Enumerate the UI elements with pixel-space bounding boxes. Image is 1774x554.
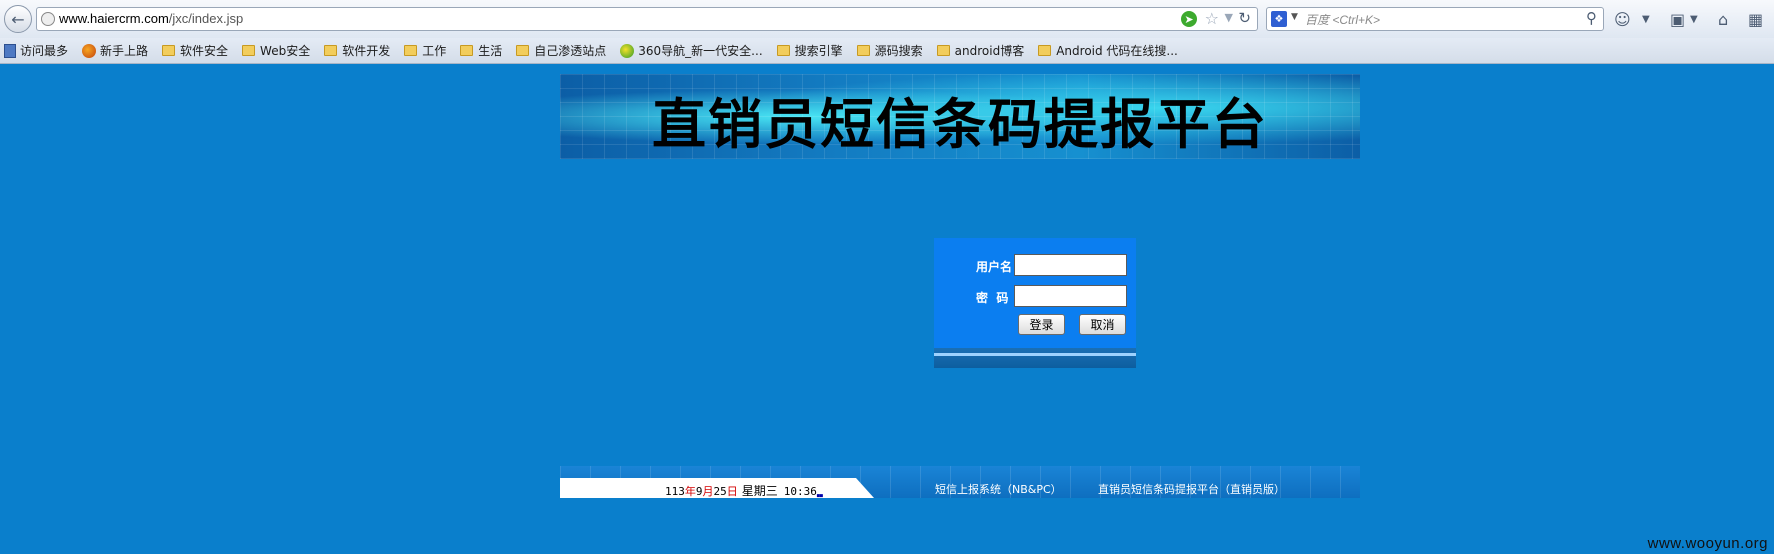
url-host: www.haiercrm.com [59,11,169,26]
home-icon[interactable]: ⌂ [1718,9,1728,29]
bookmark-folder-pentest-sites[interactable]: 自己渗透站点 [516,42,606,59]
bookmark-folder-software-security[interactable]: 软件安全 [162,42,228,59]
browser-toolbar: ← www.haiercrm.com/jxc/index.jsp ➤ ☆ ▼ ↻… [0,0,1774,39]
url-text: www.haiercrm.com/jxc/index.jsp [59,11,243,26]
go-arrow-icon[interactable]: ➤ [1181,11,1197,27]
bookmarks-menu-dropdown-icon[interactable]: ▼ [1690,9,1698,29]
url-path: /jxc/index.jsp [168,11,244,26]
bookmark-360-nav[interactable]: 360导航_新一代安全... [620,42,763,59]
bookmark-folder-web-security[interactable]: Web安全 [242,42,310,59]
folder-icon [404,45,418,56]
bookmarks-bar: 访问最多 新手上路 软件安全 Web安全 软件开发 工作 生活 自己渗透站点 3… [0,38,1774,64]
bookmark-label: 访问最多 [20,44,69,58]
date-day-unit: 日 [726,485,738,498]
360-icon [620,43,635,58]
footer-bar: 113年9月25日 星期三 10:36■■ 短信上报系统（NB&PC） 直销员短信条… [560,466,1360,499]
watermark: www.wooyun.org [1647,535,1768,552]
search-engine-dropdown-icon[interactable]: ▼ [1291,12,1298,22]
extension-icon[interactable]: ▦ [1748,9,1763,29]
bookmark-label: 自己渗透站点 [534,44,607,58]
bookmark-folder-software-dev[interactable]: 软件开发 [324,42,390,59]
divider [934,353,1136,356]
date-display: 113年9月25日 星期三 10:36■■ [665,482,823,499]
page-title: 直销员短信条码提报平台 [652,93,1268,156]
weekday: 星期三 [741,484,778,498]
folder-icon [460,45,474,56]
password-label: 密 码 [976,291,1009,305]
bookmark-label: 搜索引擎 [794,44,843,58]
bookmark-label: Android 代码在线搜... [1056,44,1178,58]
back-arrow-icon: ← [11,9,25,29]
clock-seconds-icon: ■■ [816,493,823,499]
bookmark-label: 源码搜索 [874,44,923,58]
bookmark-folder-life[interactable]: 生活 [460,42,502,59]
bookmark-getting-started[interactable]: 新手上路 [82,42,148,59]
login-form-footer [934,348,1136,368]
folder-icon [516,45,530,56]
bookmark-label: 软件开发 [342,44,391,58]
bookmark-label: 工作 [422,44,447,58]
search-bar[interactable]: ❖ ▼ 百度 <Ctrl+K> ⚲ [1266,7,1604,31]
site-identity-icon[interactable] [41,12,55,26]
search-engine-icon[interactable]: ❖ [1271,11,1287,27]
bookmark-label: Web安全 [260,44,311,58]
reload-icon[interactable]: ↻ [1238,9,1251,27]
addon-icon[interactable]: ☺ [1614,9,1631,29]
bookmark-folder-android-blog[interactable]: android博客 [936,42,1025,59]
search-placeholder: 百度 <Ctrl+K> [1305,13,1381,27]
bookmark-folder-search-engines[interactable]: 搜索引擎 [776,42,843,59]
platform-link[interactable]: 直销员短信条码提报平台（直销员版） [1098,481,1285,497]
date-day: 25 [713,485,727,498]
bookmark-folder-android-code[interactable]: Android 代码在线搜... [1038,42,1178,59]
date-month-unit: 月 [702,485,714,498]
folder-icon [1038,45,1052,56]
login-form: 用户名 密 码 登录 取消 [934,238,1136,368]
sms-report-system-link[interactable]: 短信上报系统（NB&PC） [935,481,1062,497]
bookmark-folder-work[interactable]: 工作 [404,42,446,59]
folder-icon [162,45,176,56]
username-label: 用户名 [976,260,1013,274]
bookmark-label: 新手上路 [100,44,149,58]
bookmarks-menu-icon[interactable]: ▣ [1670,9,1685,29]
history-dropdown-icon[interactable]: ▼ [1225,11,1233,24]
search-icon[interactable]: ⚲ [1586,9,1597,27]
bookmark-label: 生活 [478,44,503,58]
date-month: 9 [695,485,703,498]
clock-time: 10:36 [783,485,817,498]
username-input[interactable] [1014,254,1127,276]
login-button[interactable]: 登录 [1018,314,1065,335]
bookmark-label: android博客 [954,44,1025,58]
bookmark-label: 软件安全 [180,44,229,58]
password-input[interactable] [1014,285,1127,307]
bookmark-star-icon[interactable]: ☆ [1205,9,1219,28]
date-year-unit: 年 [684,485,696,498]
folder-icon [856,45,870,56]
bookmark-folder-source-search[interactable]: 源码搜索 [856,42,923,59]
firefox-icon [82,43,97,58]
cancel-button[interactable]: 取消 [1079,314,1126,335]
addon-dropdown-icon[interactable]: ▼ [1642,9,1650,29]
bookmark-most-visited[interactable]: 访问最多 [4,42,68,59]
folder-icon [936,45,950,56]
header-banner: 直销员短信条码提报平台 [560,74,1360,159]
folder-icon [776,45,790,56]
bookmark-label: 360导航_新一代安全... [638,44,763,58]
bookmark-bar-icon [4,43,16,58]
back-button[interactable]: ← [4,5,32,33]
date-year: 113 [665,485,685,498]
folder-icon [324,45,338,56]
address-bar[interactable]: www.haiercrm.com/jxc/index.jsp ➤ ☆ ▼ ↻ [36,7,1258,31]
folder-icon [242,45,256,56]
